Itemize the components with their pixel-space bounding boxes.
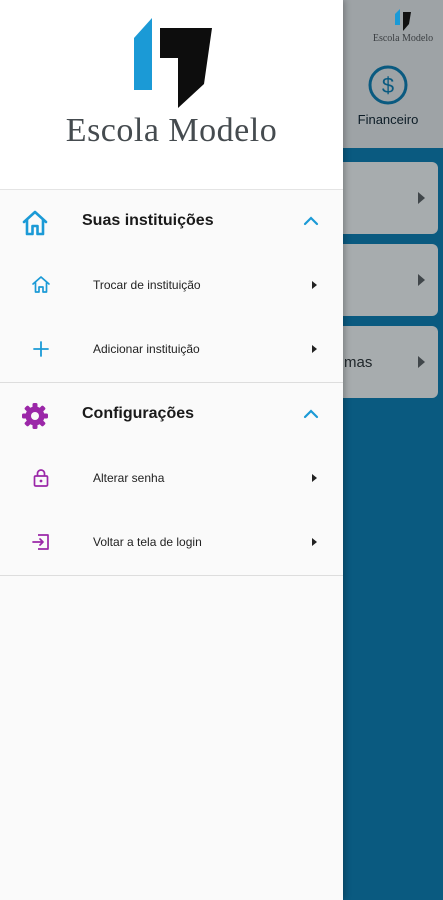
login-icon bbox=[32, 534, 49, 550]
section-header-institutions[interactable]: Suas instituições bbox=[0, 190, 343, 254]
plus-icon bbox=[33, 341, 49, 357]
menu-item-label: Adicionar instituição bbox=[93, 342, 200, 356]
caret-right-icon bbox=[312, 538, 317, 546]
caret-right-icon bbox=[312, 345, 317, 353]
chevron-up-icon[interactable] bbox=[302, 214, 320, 228]
menu-item-label: Trocar de instituição bbox=[93, 278, 201, 292]
school-name: Escola Modelo bbox=[65, 112, 278, 149]
lock-icon bbox=[33, 469, 49, 487]
menu-item-label: Voltar a tela de login bbox=[93, 535, 202, 549]
background-card-text: mas bbox=[344, 354, 373, 371]
menu-item-alterar-senha[interactable]: Alterar senha bbox=[0, 447, 343, 511]
caret-right-icon bbox=[312, 474, 317, 482]
svg-text:$: $ bbox=[382, 73, 394, 98]
menu-item-voltar-login[interactable]: Voltar a tela de login bbox=[0, 511, 343, 575]
drawer-header: Escola Modelo bbox=[0, 0, 343, 190]
caret-right-icon bbox=[418, 356, 425, 368]
section-header-settings[interactable]: Configurações bbox=[0, 383, 343, 447]
caret-right-icon bbox=[418, 274, 425, 286]
school-logo-icon bbox=[134, 18, 212, 108]
home-icon bbox=[22, 210, 48, 236]
background-logo: Escola Modelo bbox=[368, 8, 438, 44]
navigation-drawer: Escola Modelo Suas instituições Trocar d… bbox=[0, 0, 343, 900]
caret-right-icon bbox=[312, 281, 317, 289]
section-settings: Configurações Alterar senha Voltar a tel… bbox=[0, 383, 343, 576]
financeiro-label: Financeiro bbox=[357, 112, 419, 127]
section-institutions: Suas instituições Trocar de instituição … bbox=[0, 190, 343, 383]
chevron-up-icon[interactable] bbox=[302, 407, 320, 421]
home-outline-icon bbox=[32, 276, 50, 293]
dollar-icon: $ bbox=[368, 65, 408, 105]
menu-item-trocar-instituicao[interactable]: Trocar de instituição bbox=[0, 254, 343, 318]
background-logo-text: Escola Modelo bbox=[372, 33, 434, 44]
gear-icon bbox=[22, 403, 48, 429]
caret-right-icon bbox=[418, 192, 425, 204]
financeiro-shortcut[interactable]: $ Financeiro bbox=[350, 64, 426, 127]
school-logo-icon bbox=[395, 9, 411, 31]
section-title: Suas instituições bbox=[82, 212, 214, 229]
menu-item-adicionar-instituicao[interactable]: Adicionar instituição bbox=[0, 318, 343, 382]
section-title: Configurações bbox=[82, 405, 195, 422]
menu-item-label: Alterar senha bbox=[93, 471, 165, 485]
